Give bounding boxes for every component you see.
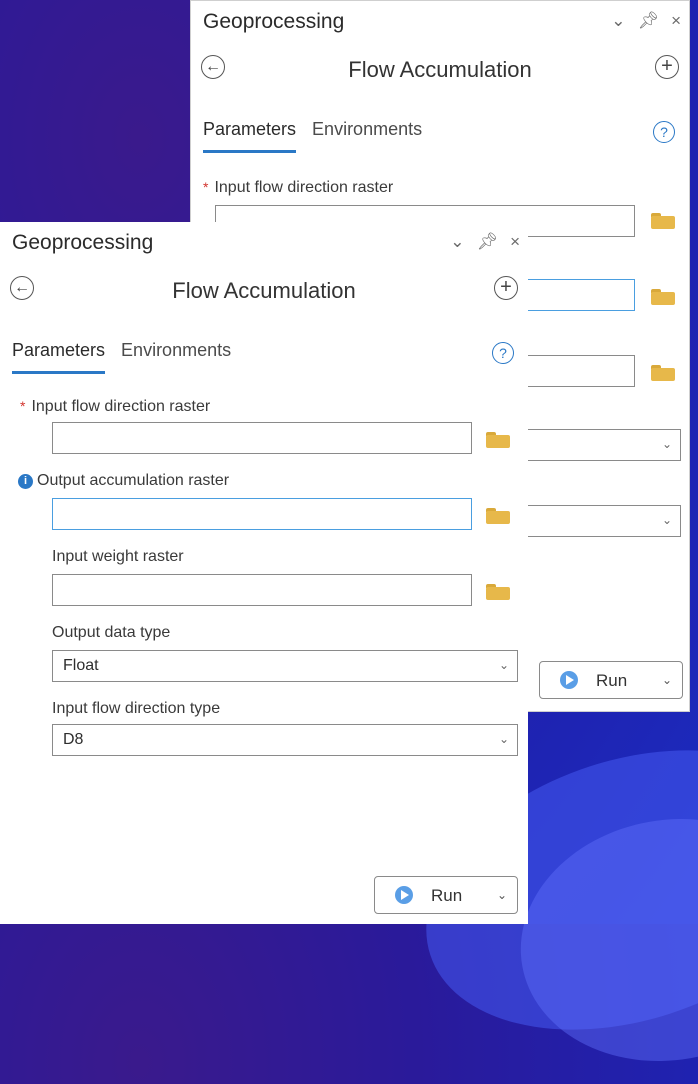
param-label: Input weight raster — [52, 548, 184, 565]
tab-parameters[interactable]: Parameters — [203, 119, 297, 153]
chevron-down-icon: ⌄ — [498, 658, 509, 672]
add-icon[interactable]: + — [655, 55, 679, 79]
input-field[interactable] — [52, 422, 472, 454]
chevron-down-icon: ⌄ — [661, 437, 672, 451]
param-label: Input flow direction type — [52, 700, 221, 717]
param-label: * Input flow direction raster — [20, 398, 211, 415]
close-icon[interactable]: × — [671, 11, 681, 31]
folder-icon[interactable] — [486, 584, 510, 600]
select-field[interactable]: D8 ⌄ — [52, 724, 518, 756]
title-bar: Geoprocessing ⌄ 📌︎ × — [191, 1, 689, 43]
geoprocessing-pane-front: Geoprocessing ⌄ 📌︎ × ← Flow Accumulation… — [0, 222, 528, 924]
chevron-down-icon[interactable]: ⌄ — [662, 673, 672, 687]
input-field[interactable] — [52, 498, 472, 530]
chevron-down-icon: ⌄ — [498, 732, 509, 746]
add-icon[interactable]: + — [494, 276, 518, 300]
folder-icon[interactable] — [651, 365, 675, 381]
folder-icon[interactable] — [651, 289, 675, 305]
required-icon: * — [20, 398, 26, 414]
window-controls: ⌄ 📌︎ × — [611, 11, 681, 31]
select-field[interactable]: Float ⌄ — [52, 650, 518, 682]
pin-icon[interactable]: 📌︎ — [476, 232, 498, 252]
info-icon[interactable]: i — [18, 474, 33, 489]
run-button[interactable]: Run ⌄ — [539, 661, 683, 699]
chevron-down-icon[interactable]: ⌄ — [497, 888, 507, 902]
param-label: Output data type — [52, 624, 171, 641]
folder-icon[interactable] — [486, 508, 510, 524]
tab-environments[interactable]: Environments — [312, 119, 422, 153]
tab-bar: Parameters Environments — [12, 340, 231, 374]
param-label: * Input flow direction raster — [203, 179, 394, 196]
chevron-down-icon: ⌄ — [661, 513, 672, 527]
tab-bar: Parameters Environments — [203, 119, 422, 153]
pin-icon[interactable]: 📌︎ — [637, 11, 659, 31]
help-icon[interactable]: ? — [492, 342, 514, 364]
tab-environments[interactable]: Environments — [121, 340, 231, 374]
tool-title: Flow Accumulation — [348, 57, 532, 82]
run-button[interactable]: Run ⌄ — [374, 876, 518, 914]
pane-title: Geoprocessing — [203, 10, 345, 33]
folder-icon[interactable] — [486, 432, 510, 448]
param-label: i Output accumulation raster — [18, 472, 229, 490]
title-bar: Geoprocessing ⌄ 📌︎ × — [0, 222, 528, 264]
play-icon — [395, 886, 413, 904]
nav-row: ← Flow Accumulation + — [191, 49, 689, 89]
pane-title: Geoprocessing — [12, 231, 154, 254]
required-icon: * — [203, 179, 209, 195]
help-icon[interactable]: ? — [653, 121, 675, 143]
nav-row: ← Flow Accumulation + — [0, 270, 528, 310]
play-icon — [560, 671, 578, 689]
tool-title: Flow Accumulation — [172, 278, 356, 303]
window-controls: ⌄ 📌︎ × — [450, 232, 520, 252]
close-icon[interactable]: × — [510, 232, 520, 252]
input-field[interactable] — [52, 574, 472, 606]
folder-icon[interactable] — [651, 213, 675, 229]
collapse-icon[interactable]: ⌄ — [450, 232, 464, 252]
tab-parameters[interactable]: Parameters — [12, 340, 106, 374]
collapse-icon[interactable]: ⌄ — [611, 11, 625, 31]
